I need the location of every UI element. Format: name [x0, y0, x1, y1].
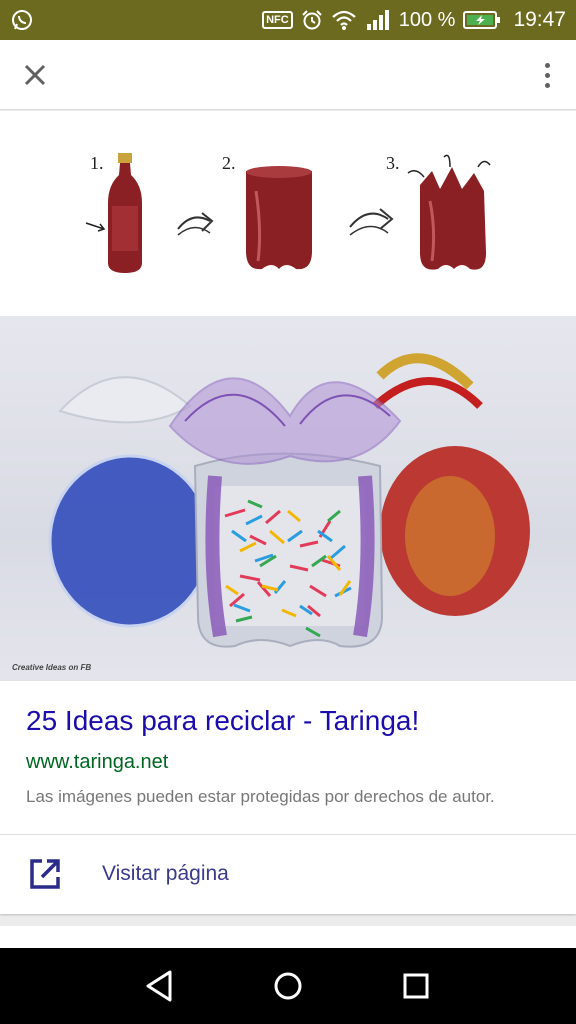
step-2-label: 2. — [222, 153, 236, 173]
more-options-button[interactable] — [540, 58, 554, 92]
nfc-icon: NFC — [262, 11, 293, 29]
navigation-bar — [0, 948, 576, 1024]
alarm-icon — [302, 10, 322, 30]
visit-page-label: Visitar página — [102, 862, 229, 885]
gift-bottles-photo: Creative Ideas on FB — [0, 316, 576, 681]
wifi-icon — [331, 10, 356, 30]
more-vert-icon — [544, 62, 550, 68]
signal-icon — [366, 10, 389, 30]
close-icon — [24, 64, 46, 86]
step-1-label: 1. — [90, 153, 104, 173]
more-vert-icon-dot — [544, 82, 550, 88]
status-bar: NFC 100 % 19:47 — [0, 0, 576, 40]
back-icon[interactable] — [140, 966, 180, 1006]
home-icon[interactable] — [268, 966, 308, 1006]
close-button[interactable] — [18, 58, 52, 92]
colored-paper-fill — [215, 486, 365, 638]
next-card-edge — [0, 926, 576, 948]
status-right: NFC 100 % 19:47 — [262, 8, 566, 32]
copyright-note: Las imágenes pueden estar protegidas por… — [26, 787, 495, 806]
bottle-steps-drawing: 1. 2. 3. — [85, 153, 491, 273]
steps-illustration: 1. 2. 3. — [0, 111, 576, 316]
result-card: 25 Ideas para reciclar - Taringa! www.ta… — [0, 681, 576, 914]
battery-percent: 100 % — [398, 8, 456, 31]
more-vert-icon-dot — [544, 72, 550, 78]
recents-icon[interactable] — [396, 966, 436, 1006]
app-bar — [0, 40, 576, 110]
step-3-label: 3. — [386, 153, 400, 173]
result-url: www.taringa.net — [26, 751, 169, 773]
clock: 19:47 — [513, 8, 566, 31]
gift-bottles-drawing: Creative Ideas on FB — [12, 353, 530, 672]
photo-watermark: Creative Ideas on FB — [12, 663, 91, 672]
battery-charging-icon — [463, 11, 501, 29]
result-image[interactable]: 1. 2. 3. Creative Ideas on FB — [0, 111, 576, 681]
status-left — [10, 8, 34, 32]
result-title-link[interactable]: 25 Ideas para reciclar - Taringa! — [26, 705, 419, 737]
whatsapp-icon — [12, 10, 32, 30]
open-in-new-icon — [30, 859, 60, 889]
visit-page-button[interactable]: Visitar página — [0, 835, 576, 914]
